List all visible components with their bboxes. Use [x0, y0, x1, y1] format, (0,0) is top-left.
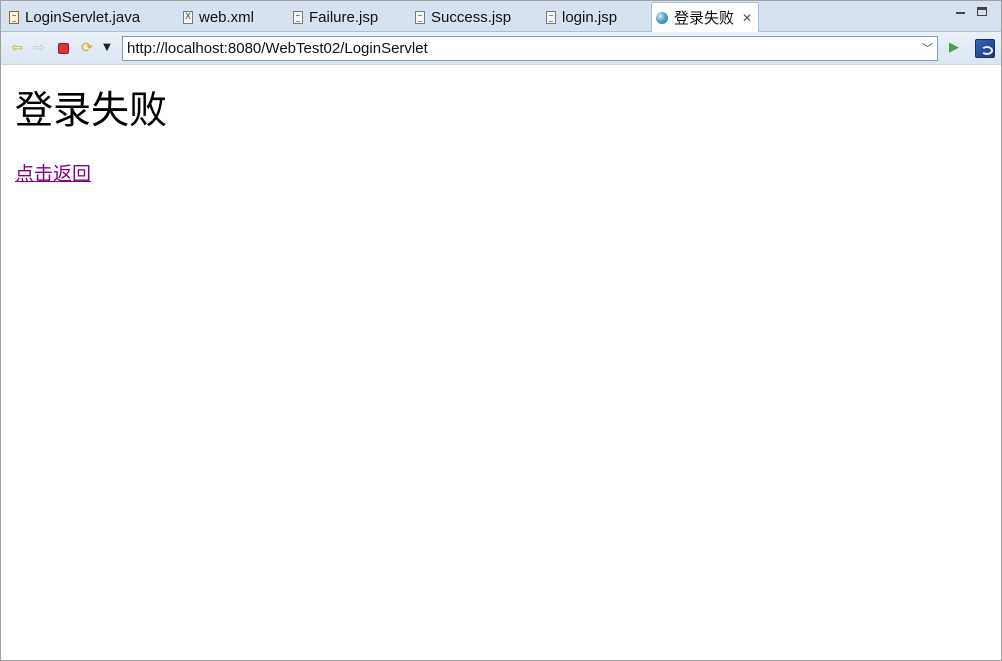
tab-label: LoginServlet.java	[25, 9, 141, 26]
tab-success-jsp[interactable]: Success.jsp	[411, 4, 517, 31]
tab-label: login.jsp	[562, 9, 618, 26]
maximize-icon[interactable]	[977, 7, 987, 16]
url-input[interactable]	[127, 40, 907, 57]
globe-icon	[656, 11, 668, 24]
tab-login-failed-browser[interactable]: 登录失败 ✕	[651, 2, 760, 32]
tab-label: Failure.jsp	[309, 9, 379, 26]
page-title: 登录失败	[15, 88, 168, 132]
chevron-down-icon[interactable]: ▼	[99, 40, 115, 56]
tab-failure-jsp[interactable]: Failure.jsp	[289, 4, 384, 31]
tab-label: Success.jsp	[431, 9, 512, 26]
minimize-icon[interactable]	[956, 7, 965, 14]
back-arrow-icon[interactable]: ⇦	[9, 40, 25, 56]
browser-window: LoginServlet.java web.xml Failure.jsp Su…	[0, 0, 1002, 661]
back-link[interactable]: 点击返回	[15, 159, 91, 186]
browser-toolbar: ⇦ ⇨ ⟳ ▼ ﹀ ▶	[1, 32, 1001, 65]
forward-arrow-icon[interactable]: ⇨	[31, 40, 47, 56]
url-history-dropdown-icon[interactable]: ﹀	[922, 40, 933, 56]
jsp-file-icon	[415, 11, 425, 24]
page-content: 登录失败 点击返回	[15, 87, 167, 186]
xml-file-icon	[183, 11, 193, 24]
go-icon[interactable]: ▶	[946, 40, 962, 56]
tab-web-xml[interactable]: web.xml	[179, 4, 260, 31]
jsp-file-icon	[546, 11, 556, 24]
address-bar[interactable]: ﹀	[122, 36, 938, 61]
tab-login-jsp[interactable]: login.jsp	[542, 4, 623, 31]
close-icon[interactable]: ✕	[742, 11, 752, 25]
editor-tab-bar: LoginServlet.java web.xml Failure.jsp Su…	[1, 1, 1001, 32]
stop-icon[interactable]	[55, 40, 71, 56]
tab-label: 登录失败	[674, 10, 735, 27]
tab-label: web.xml	[199, 9, 255, 26]
refresh-icon[interactable]: ⟳	[79, 40, 95, 56]
java-file-icon	[9, 11, 19, 24]
browser-icon[interactable]	[975, 39, 995, 58]
jsp-file-icon	[293, 11, 303, 24]
tab-loginservlet-java[interactable]: LoginServlet.java	[5, 4, 146, 31]
